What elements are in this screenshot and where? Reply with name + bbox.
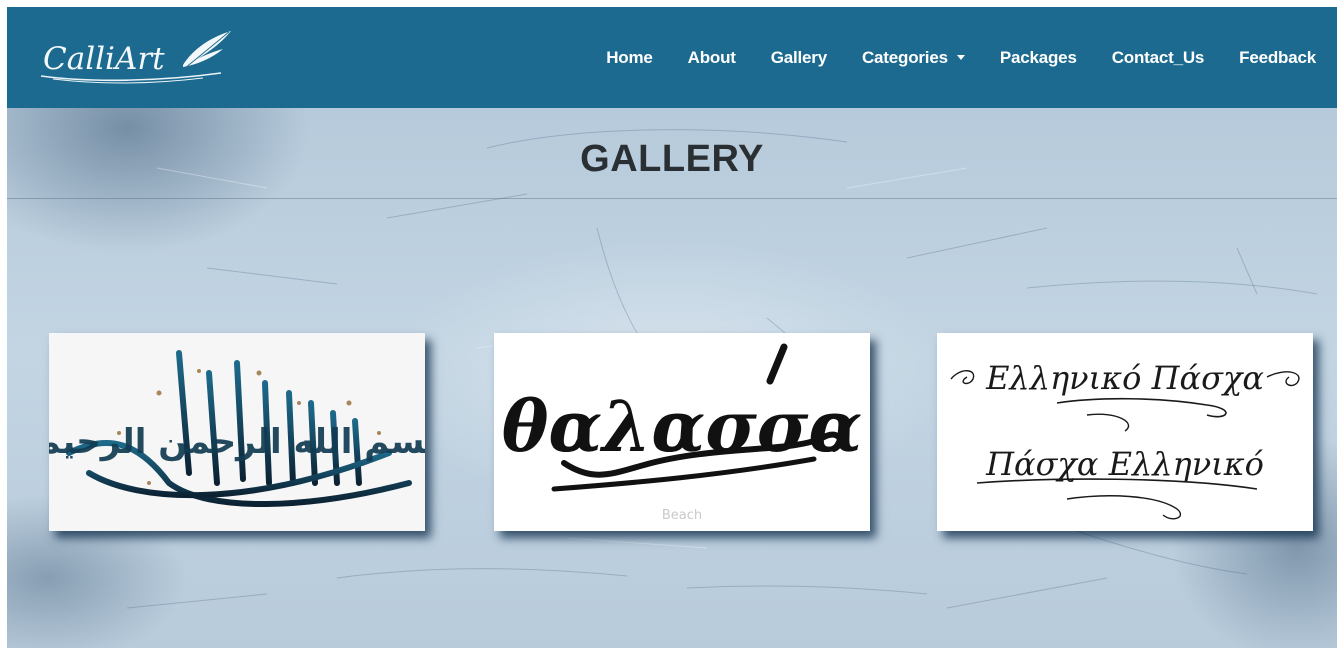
quill-feather-icon: CalliArt bbox=[40, 31, 231, 84]
page-title: GALLERY bbox=[580, 138, 764, 180]
nav-link-categories[interactable]: Categories bbox=[862, 48, 965, 68]
nav-item-categories: Categories bbox=[862, 48, 965, 68]
brand-logo[interactable]: CalliArt bbox=[33, 29, 233, 85]
gallery-card-easter[interactable]: Ελληνικό Πάσχα Πάσχα Ελληνικό bbox=[937, 333, 1313, 531]
gallery-image-easter: Ελληνικό Πάσχα Πάσχα Ελληνικό bbox=[950, 359, 1300, 520]
categories-label: Categories bbox=[861, 47, 948, 67]
nav-item-packages: Packages bbox=[1000, 48, 1077, 68]
artwork-text-bottom: Πάσχα Ελληνικό bbox=[985, 445, 1264, 483]
gallery-card-arabic[interactable]: بسم الله الرحمن الرحيم bbox=[49, 333, 425, 531]
gallery-card-beach[interactable]: θαλασσα Beach bbox=[494, 333, 870, 531]
nav-link-home[interactable]: Home bbox=[606, 48, 653, 68]
artwork-text-arabic: بسم الله الرحمن الرحيم bbox=[49, 422, 425, 462]
caret-down-icon bbox=[956, 55, 965, 60]
nav-link-gallery[interactable]: Gallery bbox=[771, 48, 827, 68]
nav-item-about: About bbox=[688, 48, 736, 68]
nav-link-about[interactable]: About bbox=[688, 48, 736, 68]
artwork-text-top: Ελληνικό Πάσχα bbox=[985, 359, 1264, 397]
nav-item-home: Home bbox=[606, 48, 653, 68]
svg-text:CalliArt: CalliArt bbox=[43, 41, 165, 77]
gallery-image-beach: θαλασσα bbox=[502, 343, 862, 492]
gallery-caption: Beach bbox=[661, 508, 703, 523]
nav-link-packages[interactable]: Packages bbox=[1000, 48, 1077, 68]
main-nav: Home About Gallery Categories Packages C… bbox=[589, 7, 1337, 108]
gallery-image-arabic: بسم الله الرحمن الرحيم bbox=[49, 350, 425, 507]
nav-item-contact: Contact_Us bbox=[1112, 48, 1205, 68]
title-divider bbox=[7, 198, 1337, 199]
nav-item-feedback: Feedback bbox=[1239, 48, 1316, 68]
nav-link-feedback[interactable]: Feedback bbox=[1239, 48, 1316, 68]
nav-link-contact-us[interactable]: Contact_Us bbox=[1112, 48, 1205, 68]
gallery-section: GALLERY بسم الله الرحمن الرحيم θαλασσα B… bbox=[7, 108, 1337, 648]
nav-item-gallery: Gallery bbox=[771, 48, 827, 68]
page-frame: CalliArt Home About Gallery Categories P… bbox=[7, 7, 1337, 648]
navbar: CalliArt Home About Gallery Categories P… bbox=[7, 7, 1337, 108]
